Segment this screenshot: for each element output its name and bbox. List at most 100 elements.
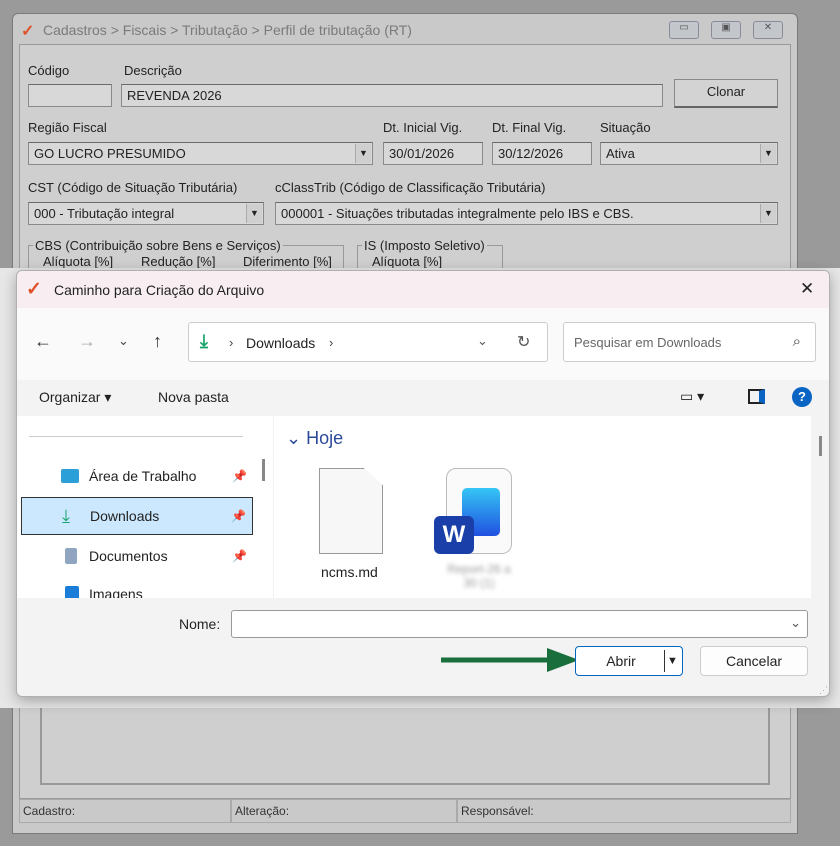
chevron-down-icon[interactable]: ⌄ [790,615,801,631]
desktop-icon [61,469,79,483]
sidebar-item-label: Imagens [89,586,143,598]
scrollbar[interactable] [819,436,822,456]
search-input[interactable]: Pesquisar em Downloads ⌕ [563,322,816,362]
dt-final-input[interactable]: 30/12/2026 [492,142,592,165]
cbs-diferimento-label: Diferimento [%] [243,254,332,269]
dropdown-arrow-icon[interactable]: ▼ [246,204,262,223]
view-options-icon[interactable]: ▭ ▾ [680,388,704,405]
file-name: Report-26 a 30 (1) [447,562,511,590]
file-dialog: ✓ Caminho para Criação do Arquivo ✕ ← → … [16,270,830,697]
toolbar: Organizar ▾ Nova pasta ▭ ▾ ? [17,380,829,416]
app-logo-icon: ✓ [26,279,42,300]
navigation-pane: Área de Trabalho 📌 ⤓ Downloads 📌 Documento… [17,416,273,598]
abrir-label: Abrir [606,653,636,669]
file-icon [319,468,383,554]
divider [29,436,243,437]
file-list: ⌄ Hoje ncms.md W Report-26 a 30 (1) [274,416,822,598]
app-logo-icon: ✓ [21,23,35,40]
dt-inicial-input[interactable]: 30/01/2026 [383,142,483,165]
group-label: Hoje [306,428,344,448]
dialog-titlebar: ✓ Caminho para Criação do Arquivo ✕ [17,271,829,308]
regiao-value: GO LUCRO PRESUMIDO [34,146,186,161]
dropdown-arrow-icon[interactable]: ▼ [664,650,678,672]
situacao-select[interactable]: Ativa ▼ [600,142,778,165]
regiao-label: Região Fiscal [28,120,107,135]
documents-icon [65,548,77,564]
scrollbar[interactable] [262,459,265,481]
dropdown-arrow-icon[interactable]: ▼ [760,144,776,163]
file-item[interactable]: ncms.md [299,466,383,586]
chevron-down-icon[interactable]: ⌄ [118,333,129,349]
breadcrumb-separator: › [229,335,234,350]
file-name: ncms.md [321,564,378,580]
pin-icon[interactable]: 📌 [232,549,247,563]
window-title: Cadastros > Fiscais > Tributação > Perfi… [43,22,412,38]
pin-icon[interactable]: 📌 [232,469,247,483]
sidebar-item-documentos[interactable]: Documentos 📌 [21,537,253,575]
search-placeholder: Pesquisar em Downloads [574,335,722,350]
descricao-label: Descrição [124,63,182,78]
dt-inicial-label: Dt. Inicial Vig. [383,120,463,135]
search-icon: ⌕ [792,333,801,350]
status-bar: Cadastro: Alteração: Responsável: [19,799,791,823]
up-arrow-icon[interactable]: ↑ [153,331,162,352]
abrir-button[interactable]: Abrir ▼ [575,646,683,676]
close-icon[interactable]: ✕ [800,279,814,299]
cclass-value: 000001 - Situações tributadas integralme… [281,206,634,221]
resize-grip-icon[interactable]: ⋰ [819,685,828,696]
is-group-label: IS (Imposto Seletivo) [362,238,487,253]
sidebar-item-label: Documentos [89,548,168,564]
download-icon: ⤓ [200,331,208,351]
minimize-button[interactable]: ▭ [669,21,699,39]
cst-select[interactable]: 000 - Tributação integral ▼ [28,202,264,225]
nova-pasta-button[interactable]: Nova pasta [158,389,229,405]
chevron-down-icon[interactable]: ⌄ [477,333,488,349]
organizar-label: Organizar [39,389,101,405]
regiao-select[interactable]: GO LUCRO PRESUMIDO ▼ [28,142,373,165]
dropdown-arrow-icon[interactable]: ▼ [760,204,776,223]
address-bar[interactable]: ⤓ › Downloads › ⌄ ↻ [188,322,548,362]
green-arrow-annotation [441,648,579,672]
nome-label: Nome: [179,616,221,632]
status-responsavel: Responsável: [457,799,791,823]
situacao-value: Ativa [606,146,635,161]
lower-panel [40,705,770,785]
status-alteracao: Alteração: [231,799,457,823]
cbs-reducao-label: Redução [%] [141,254,216,269]
help-icon[interactable]: ? [792,387,812,407]
organizar-button[interactable]: Organizar ▾ [39,389,111,406]
dialog-title: Caminho para Criação do Arquivo [54,282,265,298]
refresh-icon[interactable]: ↻ [517,332,530,352]
nome-input[interactable]: ⌄ [231,610,808,638]
word-logo-icon: W [434,516,474,554]
breadcrumb-downloads[interactable]: Downloads [246,335,315,351]
cancelar-button[interactable]: Cancelar [700,646,808,676]
cclass-label: cClassTrib (Código de Classificação Trib… [275,180,546,195]
maximize-button[interactable]: ▣ [711,21,741,39]
cst-value: 000 - Tributação integral [34,206,175,221]
cst-label: CST (Código de Situação Tributária) [28,180,238,195]
sidebar-item-downloads[interactable]: ⤓ Downloads 📌 [21,497,253,535]
cbs-group-label: CBS (Contribuição sobre Bens e Serviços) [33,238,283,253]
is-aliquota-label: Alíquota [%] [372,254,443,269]
sidebar-item-imagens[interactable]: Imagens [21,576,253,598]
sidebar-item-area-de-trabalho[interactable]: Área de Trabalho 📌 [21,457,253,495]
codigo-label: Código [28,63,70,78]
codigo-input[interactable] [28,84,112,107]
status-cadastro: Cadastro: [19,799,231,823]
group-header-hoje[interactable]: ⌄ Hoje [286,428,343,449]
pictures-icon [65,586,79,598]
cbs-aliquota-label: Alíquota [%] [43,254,114,269]
preview-pane-icon[interactable] [748,389,765,404]
breadcrumb-separator: › [329,335,334,350]
dropdown-arrow-icon[interactable]: ▼ [355,144,371,163]
sidebar-item-label: Área de Trabalho [89,468,197,484]
forward-arrow-icon[interactable]: → [78,331,96,352]
descricao-input[interactable]: REVENDA 2026 [121,84,663,107]
pin-icon[interactable]: 📌 [231,509,246,523]
close-button[interactable]: ✕ [753,21,783,39]
cclass-select[interactable]: 000001 - Situações tributadas integralme… [275,202,778,225]
file-item[interactable]: W Report-26 a 30 (1) [434,466,524,596]
clonar-button[interactable]: Clonar [674,79,778,108]
back-arrow-icon[interactable]: ← [34,331,52,352]
